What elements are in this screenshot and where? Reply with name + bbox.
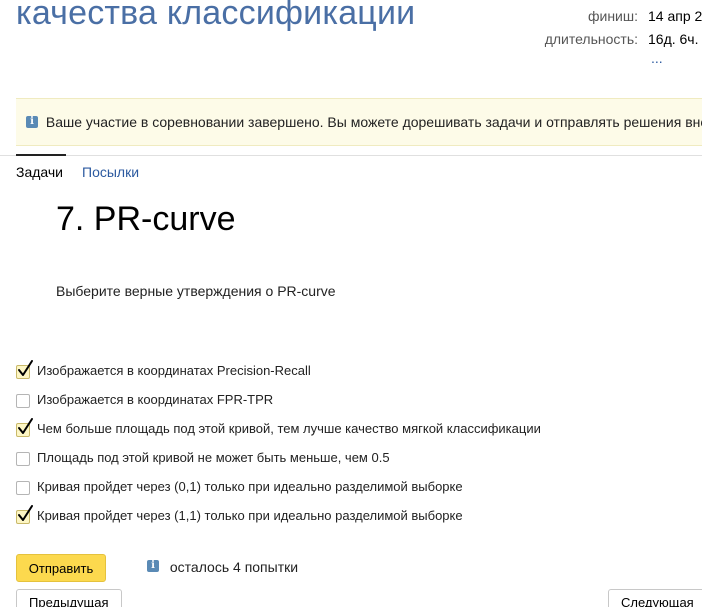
finish-value: 14 апр 2 xyxy=(648,8,702,24)
answer-option-label: Кривая пройдет через (1,1) только при ид… xyxy=(37,508,463,523)
finish-label: финиш: xyxy=(587,8,638,24)
submit-button[interactable]: Отправить xyxy=(16,554,106,582)
checkbox-checked[interactable] xyxy=(16,418,33,437)
duration-value: 16д. 6ч. xyxy=(648,31,699,47)
previous-button[interactable]: Предыдущая xyxy=(16,589,122,607)
tabs-divider xyxy=(0,155,702,156)
answer-option-label: Площадь под этой кривой не может быть ме… xyxy=(37,450,390,465)
answer-option-label: Изображается в координатах Precision-Rec… xyxy=(37,363,311,378)
answer-option-label: Чем больше площадь под этой кривой, тем … xyxy=(37,421,541,436)
more-link[interactable]: ... xyxy=(651,50,663,66)
problem-title: 7. PR-curve xyxy=(56,200,236,238)
checkbox-unchecked[interactable] xyxy=(16,394,30,408)
participation-notice: i Ваше участие в соревновании завершено.… xyxy=(16,98,702,146)
answer-option-label: Кривая пройдет через (0,1) только при ид… xyxy=(37,479,463,494)
info-icon: i xyxy=(26,116,38,129)
active-tab-indicator xyxy=(16,154,66,156)
checkmark-icon xyxy=(18,360,33,376)
page: качества классификации финиш: 14 апр 2 д… xyxy=(0,0,702,607)
tab-problems[interactable]: Задачи xyxy=(16,164,63,180)
notice-text: Ваше участие в соревновании завершено. В… xyxy=(45,114,702,130)
duration-label: длительность: xyxy=(544,31,638,47)
attempts-text: осталось 4 попытки xyxy=(169,559,299,575)
attempts-info: i осталось 4 попытки xyxy=(147,559,298,575)
problem-statement: Выберите верные утверждения о PR-curve xyxy=(56,283,336,299)
tab-submissions[interactable]: Посылки xyxy=(82,164,139,180)
next-button[interactable]: Следующая xyxy=(608,589,702,607)
checkbox-checked[interactable] xyxy=(16,505,33,524)
checkmark-icon xyxy=(18,418,33,434)
checkbox-unchecked[interactable] xyxy=(16,452,30,466)
checkbox-checked[interactable] xyxy=(16,360,33,379)
checkbox-unchecked[interactable] xyxy=(16,481,30,495)
checkmark-icon xyxy=(18,505,33,521)
info-icon: i xyxy=(147,560,159,573)
contest-title: качества классификации xyxy=(16,0,416,32)
answer-option-label: Изображается в координатах FPR-TPR xyxy=(37,392,274,407)
